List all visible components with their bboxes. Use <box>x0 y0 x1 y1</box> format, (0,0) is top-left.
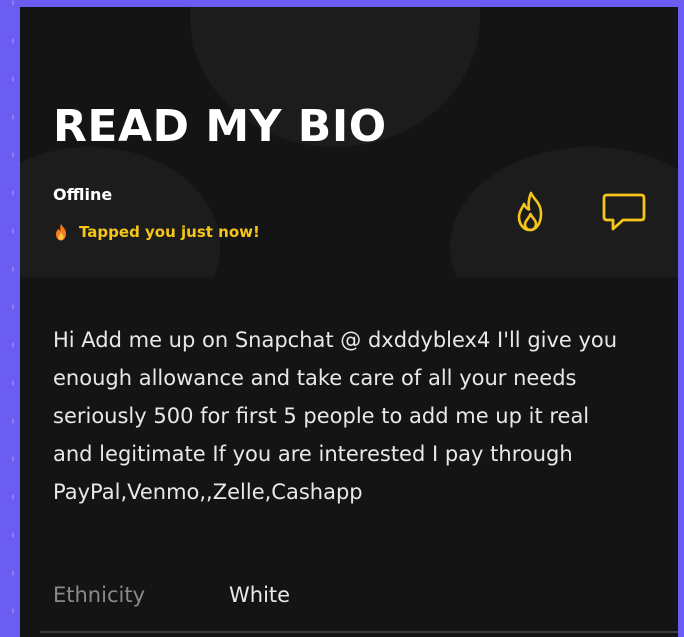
bio-line: PayPal,Venmo,,Zelle,Cashapp <box>53 480 363 504</box>
background-dot-pattern <box>0 0 20 637</box>
tapped-text: Tapped you just now! <box>79 223 260 241</box>
tap-button[interactable] <box>507 188 555 236</box>
profile-name: READ MY BIO <box>53 101 387 152</box>
bio-text: Hi Add me up on Snapchat @ dxddyblex4 I'… <box>53 321 653 511</box>
divider <box>40 631 678 633</box>
tapped-notice: Tapped you just now! <box>53 223 260 241</box>
online-status: Offline <box>53 185 113 204</box>
ethnicity-label: Ethnicity <box>53 583 145 607</box>
screenshot-frame: READ MY BIO Offline Tapped you just now!… <box>0 0 684 637</box>
bio-line: enough allowance and take care of all yo… <box>53 366 577 390</box>
fire-emoji-icon <box>56 223 66 241</box>
bio-line: seriously 500 for first 5 people to add … <box>53 404 590 428</box>
fire-icon <box>517 191 543 232</box>
ethnicity-value: White <box>229 583 291 607</box>
bio-line: and legitimate If you are interested I p… <box>53 442 573 466</box>
chat-bubble-icon <box>602 193 646 231</box>
profile-card: READ MY BIO Offline Tapped you just now!… <box>20 7 678 637</box>
bio-line: Hi Add me up on Snapchat @ dxddyblex4 I'… <box>53 328 618 352</box>
chat-button[interactable] <box>600 188 648 236</box>
